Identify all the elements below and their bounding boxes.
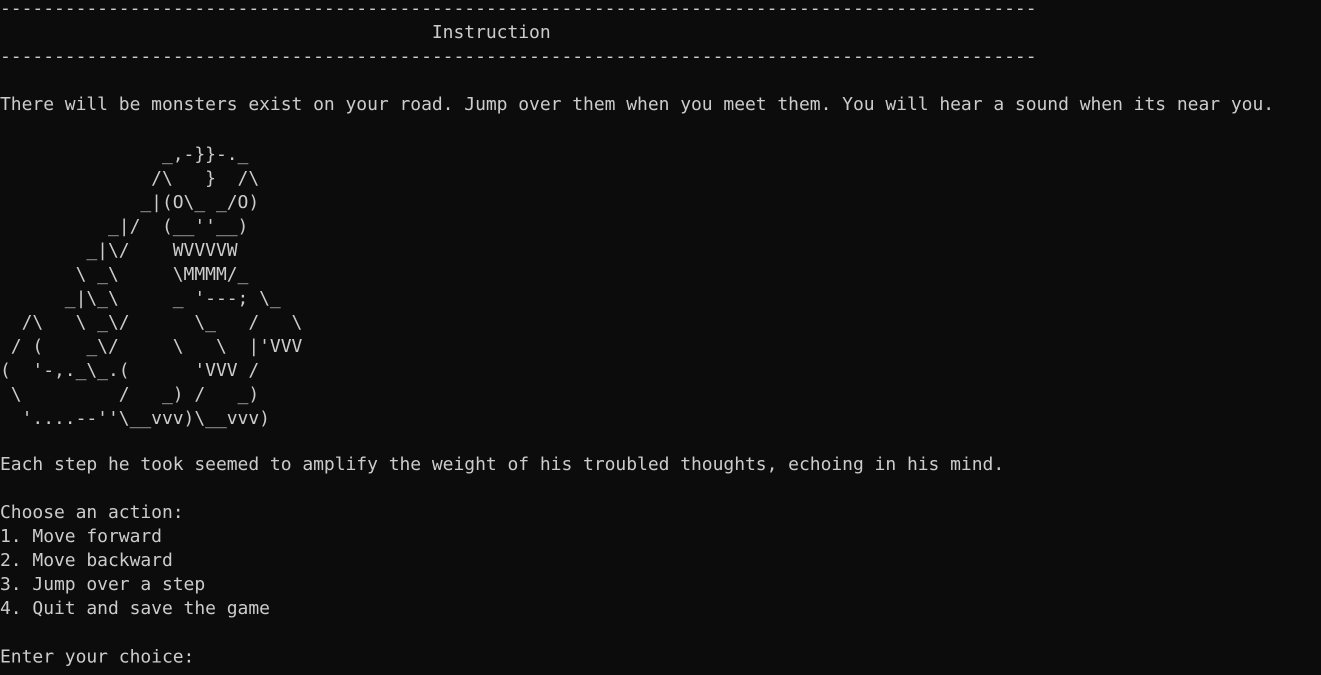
terminal-window[interactable]: ----------------------------------------…: [0, 0, 1321, 675]
choice-prompt: Enter your choice:: [0, 646, 206, 668]
header-rule-bottom: ----------------------------------------…: [0, 46, 1037, 67]
instruction-title: Instruction: [0, 22, 551, 43]
intro-text: There will be monsters exist on your roa…: [0, 94, 1275, 115]
choice-input[interactable]: [205, 645, 406, 669]
monster-ascii-art: _,-}}-._ /\ } /\ _|(O\_ _/O) _|/ (__''__…: [0, 144, 303, 429]
narration-text: Each step he took seemed to amplify the …: [0, 454, 1005, 475]
menu-option-jump: 3. Jump over a step: [0, 574, 206, 595]
menu-option-quit-save: 4. Quit and save the game: [0, 598, 270, 619]
menu-option-move-forward: 1. Move forward: [0, 526, 162, 547]
header-rule-top: ----------------------------------------…: [0, 0, 1037, 19]
choice-input-row: Enter your choice:: [0, 645, 406, 669]
menu-prompt: Choose an action:: [0, 502, 184, 523]
menu-option-move-backward: 2. Move backward: [0, 550, 173, 571]
